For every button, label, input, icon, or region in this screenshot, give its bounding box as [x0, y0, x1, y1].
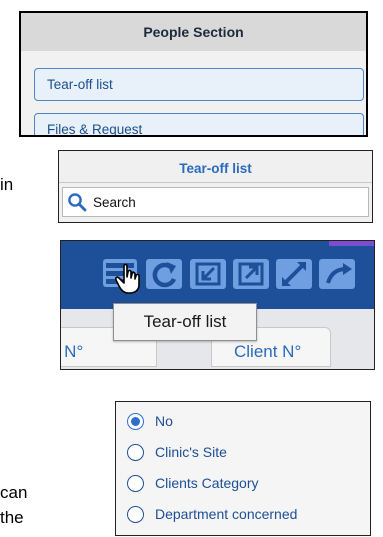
share-icon[interactable] — [318, 251, 356, 295]
accent-bar — [329, 241, 374, 246]
hand-cursor-icon — [115, 263, 140, 294]
expand-icon[interactable] — [275, 251, 313, 295]
radio-selected-icon[interactable] — [127, 412, 144, 430]
people-section-panel: People Section Tear-off list Files & Req… — [19, 11, 368, 137]
import-icon[interactable] — [189, 251, 227, 295]
radio-label-no: No — [155, 413, 173, 429]
fragment-text-the: the — [0, 508, 24, 527]
fragment-text-can: can — [0, 483, 28, 502]
radio-option-no[interactable]: No — [127, 409, 173, 433]
radio-option-clinics-site[interactable]: Clinic's Site — [127, 440, 227, 464]
radio-unselected-icon[interactable] — [127, 474, 144, 492]
fragment-text-in: in — [0, 175, 14, 194]
radio-unselected-icon[interactable] — [127, 443, 144, 461]
people-section-title: People Section — [21, 13, 366, 51]
radio-option-department-concerned[interactable]: Department concerned — [127, 502, 297, 526]
search-label: Search — [93, 194, 136, 210]
radio-label-clients-category: Clients Category — [155, 475, 259, 491]
toolbar — [61, 241, 374, 309]
tear-off-list-tooltip: Tear-off list — [113, 303, 257, 341]
search-icon — [68, 193, 87, 212]
radio-unselected-icon[interactable] — [127, 505, 144, 523]
tear-off-list-button[interactable]: Tear-off list — [34, 68, 364, 101]
files-request-button[interactable]: Files & Request — [34, 113, 364, 135]
search-field[interactable]: Search — [62, 187, 369, 217]
toolbar-panel: e N° Client N° Tear-off list — [60, 240, 375, 370]
tear-off-list-title: Tear-off list — [59, 154, 372, 183]
radio-options-panel: No Clinic's Site Clients Category Depart… — [115, 401, 371, 536]
refresh-icon[interactable] — [145, 251, 183, 295]
radio-option-clients-category[interactable]: Clients Category — [127, 471, 259, 495]
radio-label-department-concerned: Department concerned — [155, 506, 298, 522]
export-icon[interactable] — [232, 251, 270, 295]
radio-label-clinics-site: Clinic's Site — [155, 444, 227, 460]
tear-off-list-panel: Tear-off list Search — [58, 150, 373, 223]
